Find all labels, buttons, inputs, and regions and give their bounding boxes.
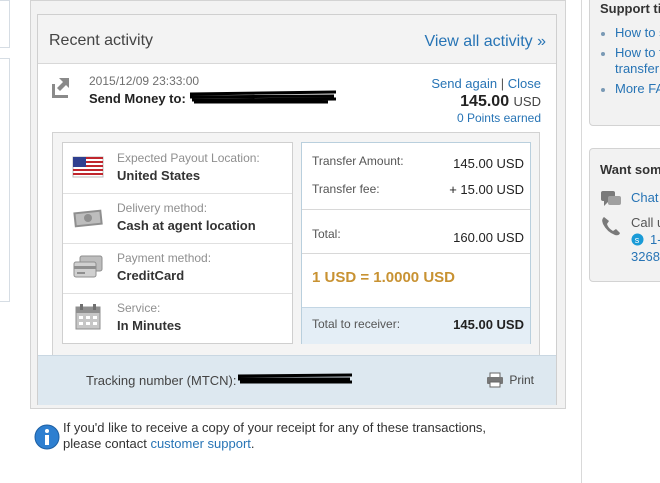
bullet: [601, 32, 605, 36]
payout-location-label: Expected Payout Location:: [117, 151, 260, 165]
support-link-how-to-send[interactable]: How to s: [615, 25, 660, 40]
total-label: Total:: [312, 227, 341, 241]
total-to-receiver-row: Total to receiver: 145.00 USD: [302, 307, 530, 344]
want-something-panel: Want som Chat Call u s 1- 3268: [589, 148, 660, 282]
support-tips-panel: Support ti How to s How to t transfer Mo…: [589, 0, 660, 126]
transfer-fee-value: + 15.00 USD: [449, 182, 524, 197]
credit-card-icon: [73, 255, 103, 278]
total-to-receiver-label: Total to receiver:: [312, 317, 401, 331]
payout-location-row: Expected Payout Location: United States: [63, 143, 292, 194]
send-money-to: Send Money to:: [89, 91, 186, 106]
card-header: Recent activity View all activity »: [38, 15, 556, 64]
print-link[interactable]: Print: [509, 373, 534, 387]
cash-icon: [73, 209, 103, 228]
customer-support-link[interactable]: customer support: [150, 436, 250, 451]
recent-activity-card: Recent activity View all activity » 2015…: [37, 14, 557, 405]
us-flag-icon: [72, 156, 104, 178]
redaction-scribble: [237, 373, 353, 384]
amount-currency: USD: [513, 94, 541, 109]
send-again-link[interactable]: Send again: [431, 76, 497, 91]
want-something-title: Want som: [600, 162, 660, 177]
recent-activity-title: Recent activity: [49, 32, 154, 49]
transfer-amount-value: 145.00 USD: [453, 156, 524, 171]
call-us-label: Call u: [631, 215, 660, 230]
service-value: In Minutes: [117, 318, 182, 333]
summary-box: Transfer Amount: 145.00 USD Transfer fee…: [301, 142, 531, 344]
activity-section: Recent activity View all activity » 2015…: [30, 0, 566, 409]
delivery-method-label: Delivery method:: [117, 201, 208, 215]
service-row: Service: In Minutes: [63, 293, 292, 343]
delivery-method-value: Cash at agent location: [117, 218, 256, 233]
info-icon: [34, 424, 60, 450]
transfer-amount-label: Transfer Amount:: [312, 154, 404, 168]
support-link-transfer[interactable]: transfer: [615, 61, 659, 76]
action-separator: |: [500, 76, 505, 91]
bullet: [601, 88, 605, 92]
details-info-box: Expected Payout Location: United States …: [62, 142, 293, 344]
close-link[interactable]: Close: [508, 76, 541, 91]
payout-location-value: United States: [117, 168, 201, 183]
phone-number-continued[interactable]: 3268: [631, 249, 660, 264]
notice-body: If you'd like to receive a copy of your …: [63, 420, 487, 451]
total-to-receiver-value: 145.00 USD: [453, 317, 524, 332]
transaction-details: Expected Payout Location: United States …: [52, 132, 540, 356]
summary-divider: [302, 209, 530, 210]
payment-method-row: Payment method: CreditCard: [63, 243, 292, 294]
printer-icon[interactable]: [486, 372, 504, 388]
payment-method-label: Payment method:: [117, 251, 212, 265]
bullet: [601, 52, 605, 56]
summary-divider: [302, 253, 530, 254]
notice-text: If you'd like to receive a copy of your …: [63, 420, 513, 452]
chat-link[interactable]: Chat: [631, 190, 658, 205]
service-label: Service:: [117, 301, 161, 315]
column-divider: [581, 0, 582, 483]
transaction-actions: Send again | Close: [431, 76, 541, 91]
transfer-fee-label: Transfer fee:: [312, 182, 380, 196]
total-value: 160.00 USD: [453, 230, 524, 245]
skype-icon: s: [631, 233, 644, 246]
amount-value: 145.00: [460, 93, 510, 110]
redaction-scribble: [189, 90, 337, 104]
transaction-date: 2015/12/09 23:33:00: [89, 74, 200, 88]
view-all-activity-link[interactable]: View all activity »: [424, 33, 546, 51]
exchange-rate: 1 USD = 1.0000 USD: [312, 269, 455, 286]
tracking-number-label: Tracking number (MTCN):: [86, 373, 237, 388]
points-earned-link[interactable]: 0 Points earned: [457, 111, 541, 125]
calendar-icon: [75, 304, 101, 330]
svg-text:s: s: [635, 235, 640, 245]
payment-method-value: CreditCard: [117, 268, 185, 283]
phone-icon: [602, 217, 620, 236]
phone-number-link[interactable]: 1-: [650, 232, 660, 247]
left-panel-fragment: [0, 0, 10, 48]
support-link-how-to-track[interactable]: How to t: [615, 45, 660, 60]
transaction-amount: 145.00 USD: [460, 93, 541, 111]
support-tips-title: Support ti: [600, 1, 660, 16]
support-link-more-faq[interactable]: More FA: [615, 81, 660, 96]
tracking-bar: Tracking number (MTCN): Print: [38, 355, 556, 405]
delivery-method-row: Delivery method: Cash at agent location: [63, 193, 292, 244]
send-arrow-icon: [52, 78, 69, 98]
notice-end: .: [250, 436, 255, 451]
chat-bubble-icon: [601, 191, 621, 206]
left-panel-fragment: [0, 58, 10, 302]
